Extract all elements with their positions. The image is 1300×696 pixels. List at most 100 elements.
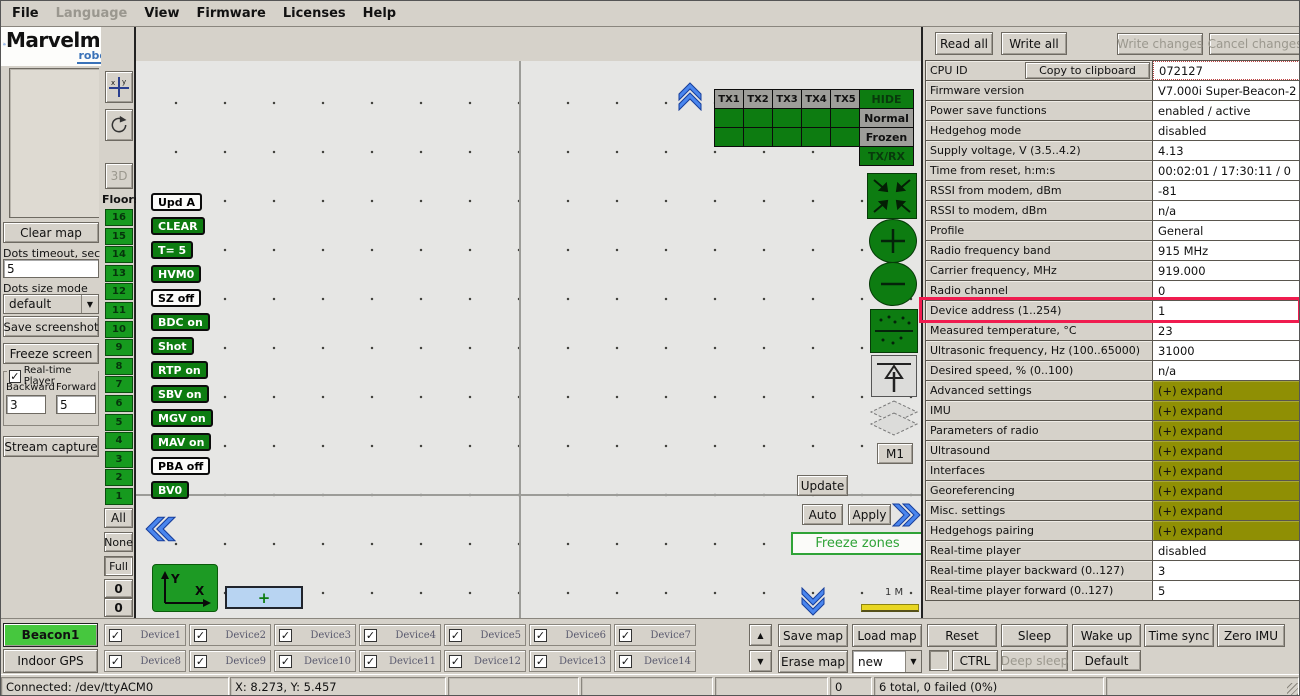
device-checkbox-device13[interactable]: ✓ [534, 655, 547, 668]
device-cell-device10[interactable]: ✓Device10 [274, 650, 356, 672]
param-value[interactable]: 915 MHz [1153, 241, 1300, 260]
param-value[interactable]: 5 [1153, 581, 1300, 600]
device-checkbox-device4[interactable]: ✓ [364, 629, 377, 642]
map-mode-button-hvm0[interactable]: HVM0 [151, 265, 201, 283]
menu-item-firmware[interactable]: Firmware [195, 4, 268, 23]
floor-button-9[interactable]: 9 [105, 339, 133, 356]
floors-zero-button-2[interactable]: 0 [104, 598, 133, 617]
device-checkbox-device6[interactable]: ✓ [534, 629, 547, 642]
tx-cell-r1-c3[interactable] [772, 108, 802, 128]
tx-header-tx4[interactable]: TX4 [801, 89, 831, 109]
floor-button-4[interactable]: 4 [105, 432, 133, 449]
clear-map-button[interactable]: Clear map [3, 222, 99, 243]
param-value[interactable]: n/a [1153, 361, 1300, 380]
map-mode-button-rtp-on[interactable]: RTP on [151, 361, 208, 379]
device-cell-device5[interactable]: ✓Device5 [444, 624, 526, 646]
scroll-devices-up-button[interactable]: ▲ [749, 624, 772, 646]
floors-zero-button-1[interactable]: 0 [104, 579, 133, 598]
map-mode-button-clear[interactable]: CLEAR [151, 217, 205, 235]
device-checkbox-device3[interactable]: ✓ [279, 629, 292, 642]
expand-toggle[interactable]: (+) expand [1153, 441, 1300, 460]
copy-to-clipboard-button[interactable]: Copy to clipboard [1025, 62, 1150, 79]
floors-all-button[interactable]: All [104, 508, 133, 528]
write-all-button[interactable]: Write all [1001, 32, 1067, 55]
param-value[interactable]: -81 [1153, 181, 1300, 200]
map-mode-button-t-5[interactable]: T= 5 [151, 241, 193, 259]
forward-input[interactable]: 5 [56, 395, 96, 414]
map-mode-button-sbv-on[interactable]: SBV on [151, 385, 209, 403]
map-mode-button-mav-on[interactable]: MAV on [151, 433, 211, 451]
reset-button[interactable]: Reset [927, 624, 997, 647]
scroll-devices-down-button[interactable]: ▼ [749, 650, 772, 672]
freeze-zones-button[interactable]: Freeze zones [791, 532, 924, 555]
pan-left-icon[interactable] [144, 514, 176, 544]
zoom-out-button[interactable] [869, 262, 917, 306]
floor-button-10[interactable]: 10 [105, 321, 133, 338]
tx-cell-r2-c3[interactable] [772, 127, 802, 147]
floor-button-16[interactable]: 16 [105, 209, 133, 226]
stream-capture-button[interactable]: Stream capture [3, 436, 99, 457]
expand-toggle[interactable]: (+) expand [1153, 461, 1300, 480]
map-mode-button-sz-off[interactable]: SZ off [151, 289, 201, 307]
menu-item-file[interactable]: File [10, 4, 41, 23]
ctrl-button[interactable]: CTRL [952, 650, 998, 671]
upload-position-button[interactable] [871, 355, 917, 397]
map-mode-button-bv0[interactable]: BV0 [151, 481, 189, 499]
param-value[interactable]: 3 [1153, 561, 1300, 580]
tx-cell-r2-c2[interactable] [743, 127, 773, 147]
tx-cell-r1-c1[interactable] [714, 108, 744, 128]
tx-hide-button[interactable]: HIDE [859, 89, 914, 109]
read-all-button[interactable]: Read all [935, 32, 993, 55]
map-mode-button-shot[interactable]: Shot [151, 337, 194, 355]
expand-toggle[interactable]: (+) expand [1153, 521, 1300, 540]
device-cell-device12[interactable]: ✓Device12 [444, 650, 526, 672]
device-checkbox-device12[interactable]: ✓ [449, 655, 462, 668]
floor-button-2[interactable]: 2 [105, 469, 133, 486]
sleep-button[interactable]: Sleep [1001, 624, 1068, 647]
device-cell-device8[interactable]: ✓Device8 [104, 650, 186, 672]
device-cell-device4[interactable]: ✓Device4 [359, 624, 441, 646]
expand-toggle[interactable]: (+) expand [1153, 501, 1300, 520]
device-checkbox-device8[interactable]: ✓ [109, 655, 122, 668]
pan-right-icon[interactable] [892, 501, 922, 529]
default-button[interactable]: Default [1072, 650, 1141, 671]
pan-down-icon[interactable] [796, 587, 830, 617]
indoor-gps-tab-button[interactable]: Indoor GPS [3, 649, 98, 673]
param-value[interactable]: V7.000i Super-Beacon-2 [1153, 81, 1300, 100]
expand-toggle[interactable]: (+) expand [1153, 421, 1300, 440]
beacon-tab-button[interactable]: Beacon1 [3, 623, 98, 647]
device-cell-device3[interactable]: ✓Device3 [274, 624, 356, 646]
device-cell-device11[interactable]: ✓Device11 [359, 650, 441, 672]
param-value[interactable]: 23 [1153, 321, 1300, 340]
floor-button-5[interactable]: 5 [105, 414, 133, 431]
expand-toggle[interactable]: (+) expand [1153, 381, 1300, 400]
dots-size-select[interactable]: default ▼ [3, 294, 99, 314]
device-checkbox-device2[interactable]: ✓ [194, 629, 207, 642]
zero-imu-button[interactable]: Zero IMU [1217, 624, 1285, 647]
map-mode-button-bdc-on[interactable]: BDC on [151, 313, 210, 331]
param-value[interactable]: 00:02:01 / 17:30:11 / 0 [1153, 161, 1300, 180]
add-submap-button[interactable]: + [225, 586, 303, 609]
freeze-screen-button[interactable]: Freeze screen [3, 343, 99, 364]
param-value[interactable]: 1 [1153, 301, 1300, 320]
device-checkbox-device11[interactable]: ✓ [364, 655, 377, 668]
tx-normal-button[interactable]: Normal [859, 108, 914, 128]
param-value[interactable]: disabled [1153, 541, 1300, 560]
device-cell-device6[interactable]: ✓Device6 [529, 624, 611, 646]
time-sync-button[interactable]: Time sync [1144, 624, 1214, 647]
param-value[interactable]: enabled / active [1153, 101, 1300, 120]
tx-header-tx2[interactable]: TX2 [743, 89, 773, 109]
map-mode-button-pba-off[interactable]: PBA off [151, 457, 210, 475]
floor-button-14[interactable]: 14 [105, 246, 133, 263]
device-cell-device14[interactable]: ✓Device14 [614, 650, 696, 672]
dots-display-button[interactable] [870, 309, 918, 353]
realtime-player-checkbox[interactable]: ✓ [9, 370, 21, 383]
device-checkbox-device10[interactable]: ✓ [279, 655, 292, 668]
wake-up-button[interactable]: Wake up [1072, 624, 1141, 647]
backward-input[interactable]: 3 [6, 395, 46, 414]
fit-to-screen-button[interactable] [867, 173, 917, 219]
load-map-button[interactable]: Load map [852, 624, 922, 647]
tx-header-tx5[interactable]: TX5 [830, 89, 860, 109]
dots-timeout-input[interactable]: 5 [3, 259, 99, 278]
save-screenshot-button[interactable]: Save screenshot [3, 316, 99, 337]
